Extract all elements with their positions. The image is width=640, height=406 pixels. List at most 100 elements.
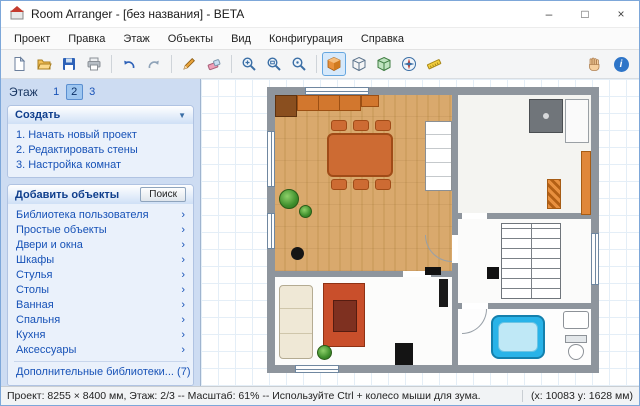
sink[interactable] xyxy=(563,311,589,329)
statusbar: Проект: 8255 × 8400 мм, Этаж: 2/3 -- Мас… xyxy=(1,386,639,405)
interior-wall[interactable] xyxy=(488,303,591,309)
plan-canvas[interactable] xyxy=(201,79,639,386)
zoom-window-button[interactable] xyxy=(262,52,286,76)
category-chairs[interactable]: Стулья› xyxy=(14,267,187,282)
menu-help[interactable]: Справка xyxy=(352,30,413,48)
window-object[interactable] xyxy=(267,213,275,249)
menu-edit[interactable]: Правка xyxy=(59,30,114,48)
undo-button[interactable] xyxy=(117,52,141,76)
interior-wall[interactable] xyxy=(452,263,458,365)
round-table[interactable] xyxy=(291,247,304,260)
cube-green-icon xyxy=(376,56,392,72)
toolbar: i xyxy=(1,50,639,79)
tall-cabinet[interactable] xyxy=(581,151,591,215)
interior-wall[interactable] xyxy=(275,271,403,277)
chair[interactable] xyxy=(375,120,391,131)
compass-button[interactable] xyxy=(397,52,421,76)
tv-unit[interactable] xyxy=(425,267,441,275)
redo-button[interactable] xyxy=(142,52,166,76)
minimize-button[interactable]: – xyxy=(531,1,567,27)
small-cabinet[interactable] xyxy=(361,95,379,107)
desk[interactable] xyxy=(425,121,452,191)
chevron-right-icon: › xyxy=(181,239,185,251)
floor-tab-2[interactable]: 2 xyxy=(66,84,83,100)
staircase[interactable] xyxy=(501,223,561,299)
info-button[interactable]: i xyxy=(609,52,633,76)
plant[interactable] xyxy=(279,189,299,209)
zoom-in-button[interactable] xyxy=(237,52,261,76)
app-window: Room Arranger - [без названия] - BETA – … xyxy=(0,0,640,406)
bathtub[interactable] xyxy=(491,315,545,359)
category-doors-windows[interactable]: Двери и окна› xyxy=(14,237,187,252)
category-simple-objects[interactable]: Простые объекты› xyxy=(14,222,187,237)
edit-walls-link[interactable]: 2. Редактировать стены xyxy=(14,142,187,157)
chair[interactable] xyxy=(331,120,347,131)
floor-tab-3[interactable]: 3 xyxy=(84,84,101,100)
plant[interactable] xyxy=(299,205,312,218)
save-button[interactable] xyxy=(57,52,81,76)
corner-cabinet[interactable] xyxy=(275,95,297,117)
menu-view[interactable]: Вид xyxy=(222,30,260,48)
window-object[interactable] xyxy=(295,365,339,373)
print-button[interactable] xyxy=(82,52,106,76)
window-object[interactable] xyxy=(267,131,275,187)
chair[interactable] xyxy=(353,179,369,190)
search-button[interactable]: Поиск xyxy=(140,187,186,202)
add-objects-header[interactable]: Добавить объекты Поиск xyxy=(8,185,193,204)
maximize-button[interactable]: □ xyxy=(567,1,603,27)
interior-wall[interactable] xyxy=(458,213,462,219)
plant[interactable] xyxy=(317,345,332,360)
open-project-button[interactable] xyxy=(32,52,56,76)
category-cabinets[interactable]: Шкафы› xyxy=(14,252,187,267)
floor-plan[interactable] xyxy=(267,87,599,373)
toolbar-separator xyxy=(171,55,172,73)
menu-floor[interactable]: Этаж xyxy=(114,30,158,48)
chevron-right-icon: › xyxy=(181,299,185,311)
eraser-button[interactable] xyxy=(202,52,226,76)
interior-wall[interactable] xyxy=(487,213,591,219)
objects-3d-button[interactable] xyxy=(372,52,396,76)
radiator[interactable] xyxy=(547,179,561,209)
wireframe-3d-button[interactable] xyxy=(347,52,371,76)
category-accessories[interactable]: Аксессуары› xyxy=(14,342,187,357)
fireplace[interactable] xyxy=(395,343,413,365)
create-pane-header[interactable]: Создать ▼ xyxy=(8,106,193,124)
window-object[interactable] xyxy=(305,87,369,95)
start-new-project-link[interactable]: 1. Начать новый проект xyxy=(14,127,187,142)
floor-tab-1[interactable]: 1 xyxy=(48,84,65,100)
room-settings-link[interactable]: 3. Настройка комнат xyxy=(14,157,187,172)
menu-objects[interactable]: Объекты xyxy=(159,30,222,48)
category-tables[interactable]: Столы› xyxy=(14,282,187,297)
chevron-right-icon: › xyxy=(181,254,185,266)
toilet[interactable] xyxy=(565,335,587,362)
category-kitchen[interactable]: Кухня› xyxy=(14,327,187,342)
white-cabinet[interactable] xyxy=(565,99,589,143)
category-bathroom[interactable]: Ванная› xyxy=(14,297,187,312)
close-button[interactable]: × xyxy=(603,1,639,27)
chair[interactable] xyxy=(331,179,347,190)
menu-project[interactable]: Проект xyxy=(5,30,59,48)
collapse-icon[interactable]: ▼ xyxy=(178,111,186,120)
shower[interactable] xyxy=(529,99,563,133)
new-project-button[interactable] xyxy=(7,52,31,76)
sofa[interactable] xyxy=(279,285,313,359)
more-libraries-link[interactable]: Дополнительные библиотеки... (7) xyxy=(14,361,187,380)
view-3d-button[interactable] xyxy=(322,52,346,76)
pan-hand-button[interactable] xyxy=(582,52,606,76)
edit-walls-button[interactable] xyxy=(177,52,201,76)
window-object[interactable] xyxy=(591,233,599,285)
dining-table[interactable] xyxy=(327,133,393,177)
zoom-all-button[interactable] xyxy=(287,52,311,76)
storage-box[interactable] xyxy=(487,267,499,279)
chair[interactable] xyxy=(375,179,391,190)
add-objects-title: Добавить объекты xyxy=(15,189,119,201)
coffee-table[interactable] xyxy=(333,300,357,332)
category-bedroom[interactable]: Спальня› xyxy=(14,312,187,327)
media-console[interactable] xyxy=(439,279,448,307)
measure-button[interactable] xyxy=(422,52,446,76)
red-rug[interactable] xyxy=(323,283,365,347)
chair[interactable] xyxy=(353,120,369,131)
cabinet-row[interactable] xyxy=(297,95,361,111)
category-user-library[interactable]: Библиотека пользователя› xyxy=(14,207,187,222)
menu-configuration[interactable]: Конфигурация xyxy=(260,30,352,48)
